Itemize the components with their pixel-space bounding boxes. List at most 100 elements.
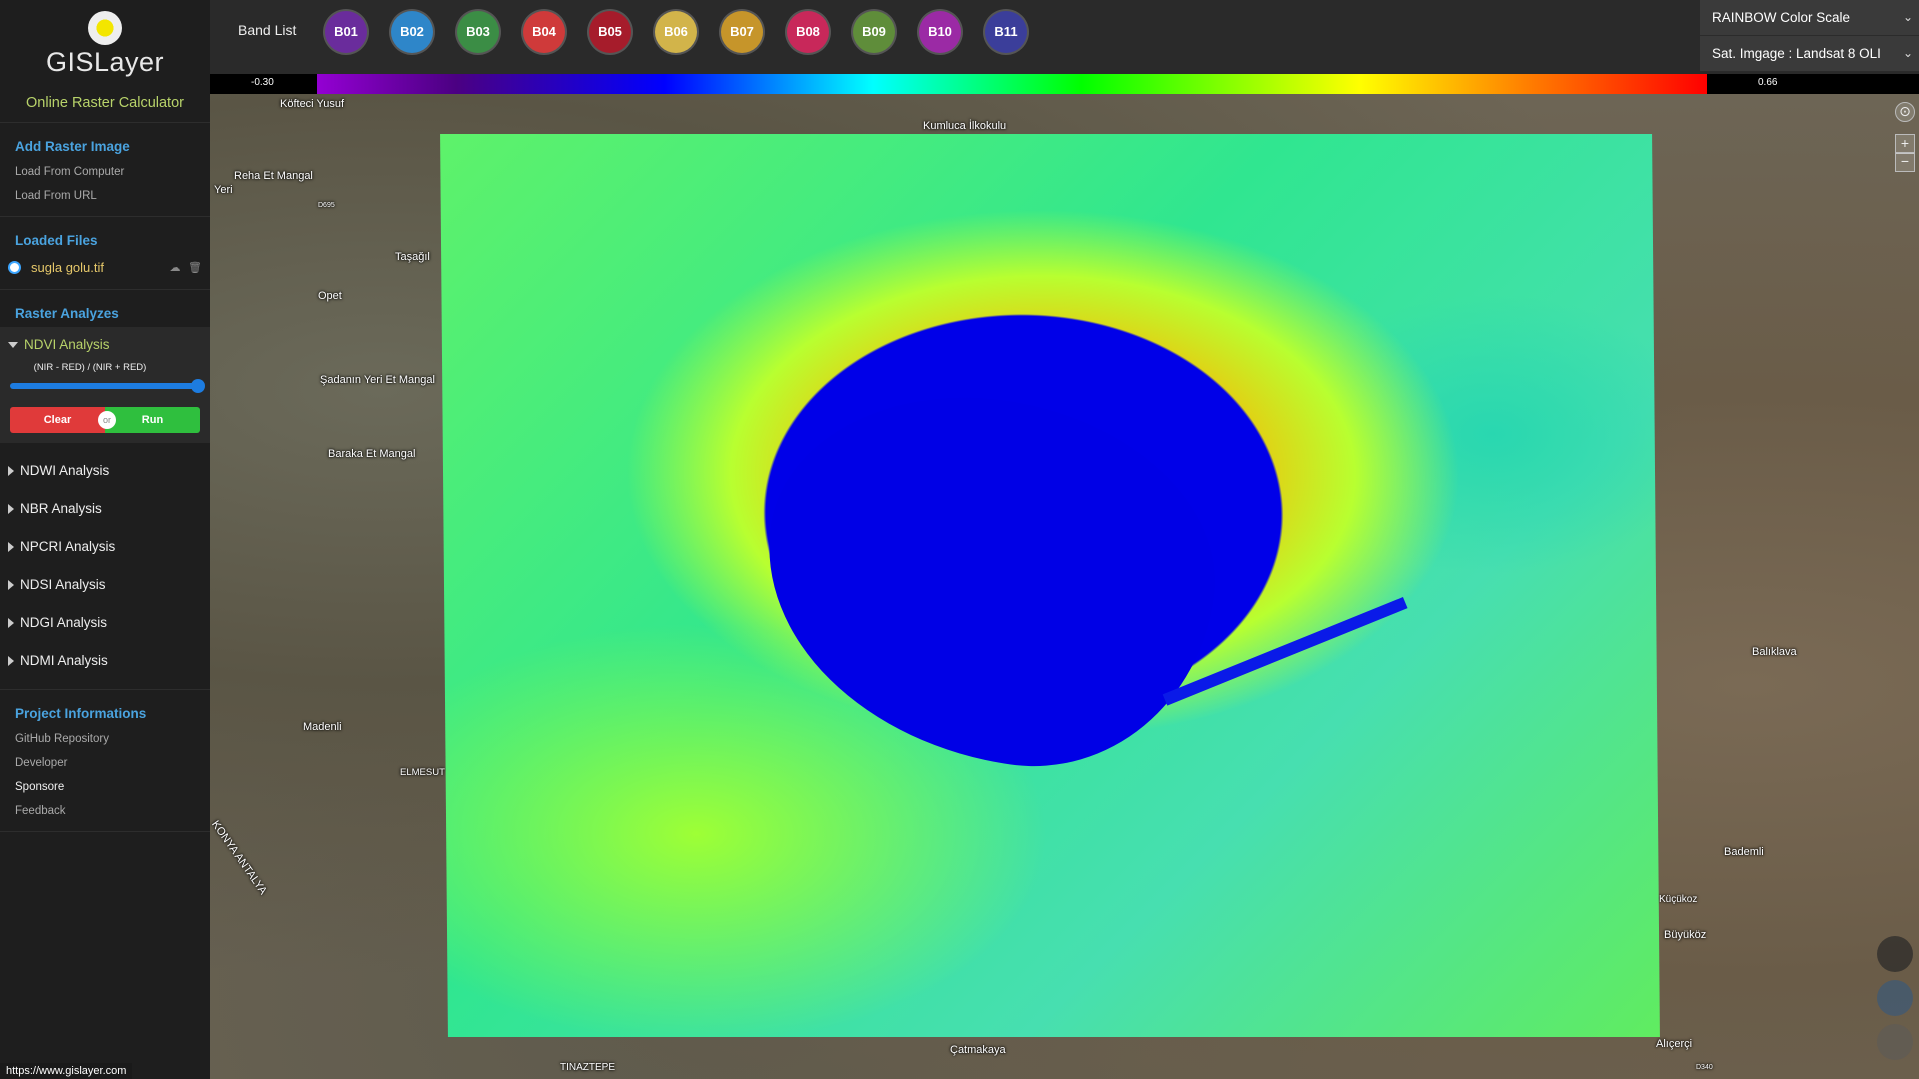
place-label: Köfteci Yusuf [280, 98, 345, 110]
ndvi-raster-overlay [440, 134, 1660, 1037]
raster-analyzes-title: Raster Analyzes [15, 306, 119, 321]
run-button[interactable]: Run [105, 407, 200, 433]
band-toolbar: Band List B01 B02 B03 B04 B05 B06 B07 B0… [210, 0, 1919, 74]
place-label: Çatmakaya [950, 1044, 1006, 1056]
logo-icon [88, 10, 122, 45]
chevron-right-icon [8, 465, 14, 476]
add-raster-section: Add Raster Image Load From Computer Load… [0, 123, 210, 217]
load-from-computer-link[interactable]: Load From Computer [0, 160, 210, 184]
slider-handle[interactable] [191, 379, 205, 393]
ndgi-analysis-toggle[interactable]: NDGI Analysis [0, 603, 210, 641]
rainbow-gradient [317, 74, 1707, 94]
place-label: Madenli [303, 721, 342, 733]
logo: GISLayer [0, 0, 210, 84]
road-label: D340 [1696, 1064, 1713, 1071]
chevron-right-icon [8, 541, 14, 552]
load-from-url-link[interactable]: Load From URL [0, 184, 210, 208]
file-name: sugla golu.tif [31, 260, 104, 275]
analysis-label: NDGI Analysis [20, 615, 108, 630]
place-label: ELMESUT [400, 767, 445, 778]
band-b09-button[interactable]: B09 [853, 11, 895, 53]
color-scale-select[interactable]: RAINBOW Color Scale ⌄ [1700, 0, 1919, 36]
zoom-out-button[interactable]: − [1895, 152, 1915, 172]
sat-image-select[interactable]: Sat. Imgage : Landsat 8 OLI ⌄ [1700, 36, 1919, 72]
app-subtitle: Online Raster Calculator [0, 84, 210, 123]
ndvi-formula: (NIR - RED) / (NIR + RED) [33, 362, 147, 373]
ndvi-analysis-toggle[interactable]: NDVI Analysis [0, 331, 210, 358]
npcri-analysis-toggle[interactable]: NPCRI Analysis [0, 527, 210, 565]
analysis-label: NPCRI Analysis [20, 539, 116, 554]
project-section: Project Informations GitHub Repository D… [0, 690, 210, 832]
chevron-right-icon [8, 579, 14, 590]
place-label: Yeri [214, 184, 233, 196]
map-view[interactable]: Köfteci Yusuf Reha Et Mangal Taşağıl Ope… [210, 94, 1919, 1079]
ndvi-panel: NDVI Analysis (NIR - RED) / (NIR + RED) … [0, 327, 210, 443]
chevron-down-icon [8, 341, 18, 348]
place-label: Balıklava [1752, 646, 1797, 658]
band-list-label: Band List [238, 22, 297, 38]
cloud-download-icon[interactable]: ☁ [168, 262, 182, 274]
or-badge: or [98, 411, 116, 429]
lake-area [744, 370, 1236, 790]
band-b05-button[interactable]: B05 [589, 11, 631, 53]
band-b01-button[interactable]: B01 [325, 11, 367, 53]
band-b08-button[interactable]: B08 [787, 11, 829, 53]
scale-max-value: 0.66 [1758, 77, 1778, 88]
analysis-label: NDSI Analysis [20, 577, 106, 592]
band-b04-button[interactable]: B04 [523, 11, 565, 53]
chevron-down-icon: ⌄ [1902, 46, 1913, 60]
place-label: Taşağıl [395, 251, 430, 263]
place-label: Alıçerçi [1656, 1038, 1693, 1050]
band-b11-button[interactable]: B11 [985, 11, 1027, 53]
app-title: GISLayer [45, 46, 165, 77]
chevron-right-icon [8, 617, 14, 628]
sponsore-link[interactable]: Sponsore [0, 775, 210, 799]
band-b06-button[interactable]: B06 [655, 11, 697, 53]
file-item[interactable]: sugla golu.tif ☁ 🗑 [0, 254, 210, 281]
loaded-files-section: Loaded Files sugla golu.tif ☁ 🗑 [0, 217, 210, 290]
ndwi-analysis-toggle[interactable]: NDWI Analysis [0, 451, 210, 489]
clear-button[interactable]: Clear [10, 407, 105, 433]
color-scale-value: RAINBOW Color Scale [1712, 10, 1851, 25]
place-label: KONYA ANTALYA [210, 818, 269, 897]
file-radio[interactable] [8, 261, 21, 274]
scale-min-value: -0.30 [251, 77, 274, 88]
chevron-down-icon: ⌄ [1902, 10, 1913, 24]
place-label: TINAZTEPE [560, 1062, 616, 1073]
ndvi-analysis-label: NDVI Analysis [24, 337, 110, 352]
compass-icon[interactable]: ⊙ [1895, 102, 1915, 122]
selectors: RAINBOW Color Scale ⌄ Sat. Imgage : Land… [1700, 0, 1919, 74]
user-avatar-button[interactable] [1877, 1024, 1913, 1060]
place-label: Opet [318, 290, 342, 302]
road-label: D695 [318, 202, 335, 209]
github-link[interactable]: GitHub Repository [0, 727, 210, 751]
project-title: Project Informations [15, 706, 147, 721]
band-b02-button[interactable]: B02 [391, 11, 433, 53]
place-label: Baraka Et Mangal [328, 448, 416, 460]
feedback-link[interactable]: Feedback [0, 799, 210, 823]
threshold-slider[interactable] [10, 379, 205, 393]
layer-button[interactable] [1877, 936, 1913, 972]
loaded-files-title: Loaded Files [15, 233, 98, 248]
nbr-analysis-toggle[interactable]: NBR Analysis [0, 489, 210, 527]
trash-icon[interactable]: 🗑 [188, 262, 202, 274]
action-buttons: Clear Run or [10, 407, 200, 433]
place-label: Bademli [1724, 846, 1764, 858]
place-label: Kumluca İlkokulu [923, 120, 1007, 132]
ndsi-analysis-toggle[interactable]: NDSI Analysis [0, 565, 210, 603]
analysis-label: NBR Analysis [20, 501, 102, 516]
chevron-right-icon [8, 655, 14, 666]
band-b03-button[interactable]: B03 [457, 11, 499, 53]
color-scale-legend: -0.30 0.66 [210, 74, 1919, 94]
developer-link[interactable]: Developer [0, 751, 210, 775]
globe-button[interactable] [1877, 980, 1913, 1016]
status-url: https://www.gislayer.com [0, 1063, 133, 1079]
zoom-in-button[interactable]: + [1895, 134, 1915, 154]
band-b10-button[interactable]: B10 [919, 11, 961, 53]
band-b07-button[interactable]: B07 [721, 11, 763, 53]
place-label: Küçükoz [1659, 894, 1698, 905]
analysis-label: NDWI Analysis [20, 463, 110, 478]
place-label: Reha Et Mangal [234, 170, 313, 182]
chevron-right-icon [8, 503, 14, 514]
ndmi-analysis-toggle[interactable]: NDMI Analysis [0, 641, 210, 679]
